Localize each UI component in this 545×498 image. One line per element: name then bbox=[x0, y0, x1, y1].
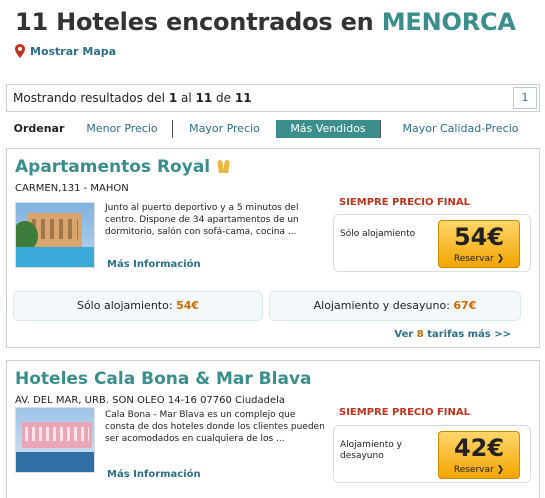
reserve-label: Reservar ❯ bbox=[453, 254, 505, 264]
keys-icon bbox=[216, 159, 232, 174]
more-rates-link[interactable]: Ver 8 tarifas más >> bbox=[394, 329, 511, 340]
page-button-1[interactable]: 1 bbox=[513, 87, 537, 109]
hotel-name-link[interactable]: Hoteles Cala Bona & Mar Blava bbox=[15, 369, 312, 389]
rate-option-room-only[interactable]: Sólo alojamiento: 54€ bbox=[13, 291, 263, 321]
price-header: SIEMPRE PRECIO FINAL bbox=[339, 197, 470, 208]
hotel-name: Hoteles Cala Bona & Mar Blava bbox=[15, 369, 312, 389]
hotel-description: Cala Bona - Mar Blava es un complejo que… bbox=[105, 410, 325, 444]
price-amount: 42€ bbox=[453, 434, 505, 462]
hotel-photo[interactable] bbox=[15, 407, 95, 473]
map-pin-icon bbox=[15, 44, 25, 58]
hotel-card: Hoteles Cala Bona & Mar Blava AV. DEL MA… bbox=[6, 360, 540, 498]
sort-mayor-precio[interactable]: Mayor Precio bbox=[172, 120, 276, 138]
reserve-label: Reservar ❯ bbox=[453, 465, 505, 475]
hotel-description: Junto al puerto deportivo y a 5 minutos … bbox=[105, 203, 299, 237]
hotel-address: AV. DEL MAR, URB. SON OLEO 14-16 07760 C… bbox=[15, 395, 286, 406]
results-prefix: Mostrando resultados del bbox=[13, 91, 165, 105]
title-text: Hoteles encontrados en bbox=[56, 8, 374, 36]
more-rates-suffix: tarifas más >> bbox=[427, 329, 511, 340]
more-info-link[interactable]: Más Información bbox=[107, 469, 201, 480]
results-bar: Mostrando resultados del 1 al 11 de 11 1 bbox=[6, 84, 540, 112]
reserve-button[interactable]: 42€ Reservar ❯ bbox=[438, 431, 520, 479]
show-map-label: Mostrar Mapa bbox=[30, 44, 117, 58]
hotel-name-link[interactable]: Apartamentos Royal bbox=[15, 157, 232, 177]
rate-option-breakfast[interactable]: Alojamiento y desayuno: 67€ bbox=[269, 291, 521, 321]
more-info-link[interactable]: Más Información bbox=[107, 259, 201, 270]
board-type: Alojamiento y desayuno bbox=[340, 440, 402, 461]
rate-price: 67€ bbox=[453, 299, 477, 312]
results-from: 1 bbox=[168, 91, 178, 105]
more-rates-prefix: Ver bbox=[394, 329, 414, 340]
rate-price: 54€ bbox=[176, 299, 200, 312]
board-type: Sólo alojamiento bbox=[340, 229, 416, 239]
sort-bar: Ordenar Menor Precio Mayor Precio Más Ve… bbox=[6, 120, 540, 138]
results-al: al bbox=[181, 91, 192, 105]
rate-label: Sólo alojamiento: bbox=[76, 299, 173, 312]
results-de: de bbox=[216, 91, 232, 105]
rate-label: Alojamiento y desayuno: bbox=[313, 299, 450, 312]
results-summary: Mostrando resultados del 1 al 11 de 11 bbox=[13, 91, 252, 105]
sort-mayor-calidad-precio[interactable]: Mayor Calidad-Precio bbox=[380, 120, 540, 138]
price-box: Alojamiento y desayuno 42€ Reservar ❯ bbox=[333, 425, 531, 483]
sort-mas-vendidos[interactable]: Más Vendidos bbox=[276, 120, 380, 138]
results-to: 11 bbox=[195, 91, 213, 105]
price-box: Sólo alojamiento 54€ Reservar ❯ bbox=[333, 214, 531, 272]
results-count: 11 bbox=[15, 8, 48, 36]
hotel-photo[interactable] bbox=[15, 202, 95, 268]
hotel-address: CARMEN,131 - MAHON bbox=[15, 183, 129, 194]
reserve-button[interactable]: 54€ Reservar ❯ bbox=[438, 220, 520, 268]
price-amount: 54€ bbox=[453, 223, 505, 251]
more-rates-count: 8 bbox=[416, 329, 424, 340]
sort-menor-precio[interactable]: Menor Precio bbox=[72, 120, 172, 138]
city-name: MENORCA bbox=[381, 8, 516, 36]
hotel-card: Apartamentos Royal CARMEN,131 - MAHON Ju… bbox=[6, 148, 540, 348]
results-total: 11 bbox=[234, 91, 252, 105]
hotel-name: Apartamentos Royal bbox=[15, 157, 211, 177]
sort-label: Ordenar bbox=[13, 122, 65, 135]
page-title: 11 Hoteles encontrados en MENORCA bbox=[15, 8, 516, 36]
price-header: SIEMPRE PRECIO FINAL bbox=[339, 407, 470, 418]
show-map-link[interactable]: Mostrar Mapa bbox=[15, 44, 116, 58]
